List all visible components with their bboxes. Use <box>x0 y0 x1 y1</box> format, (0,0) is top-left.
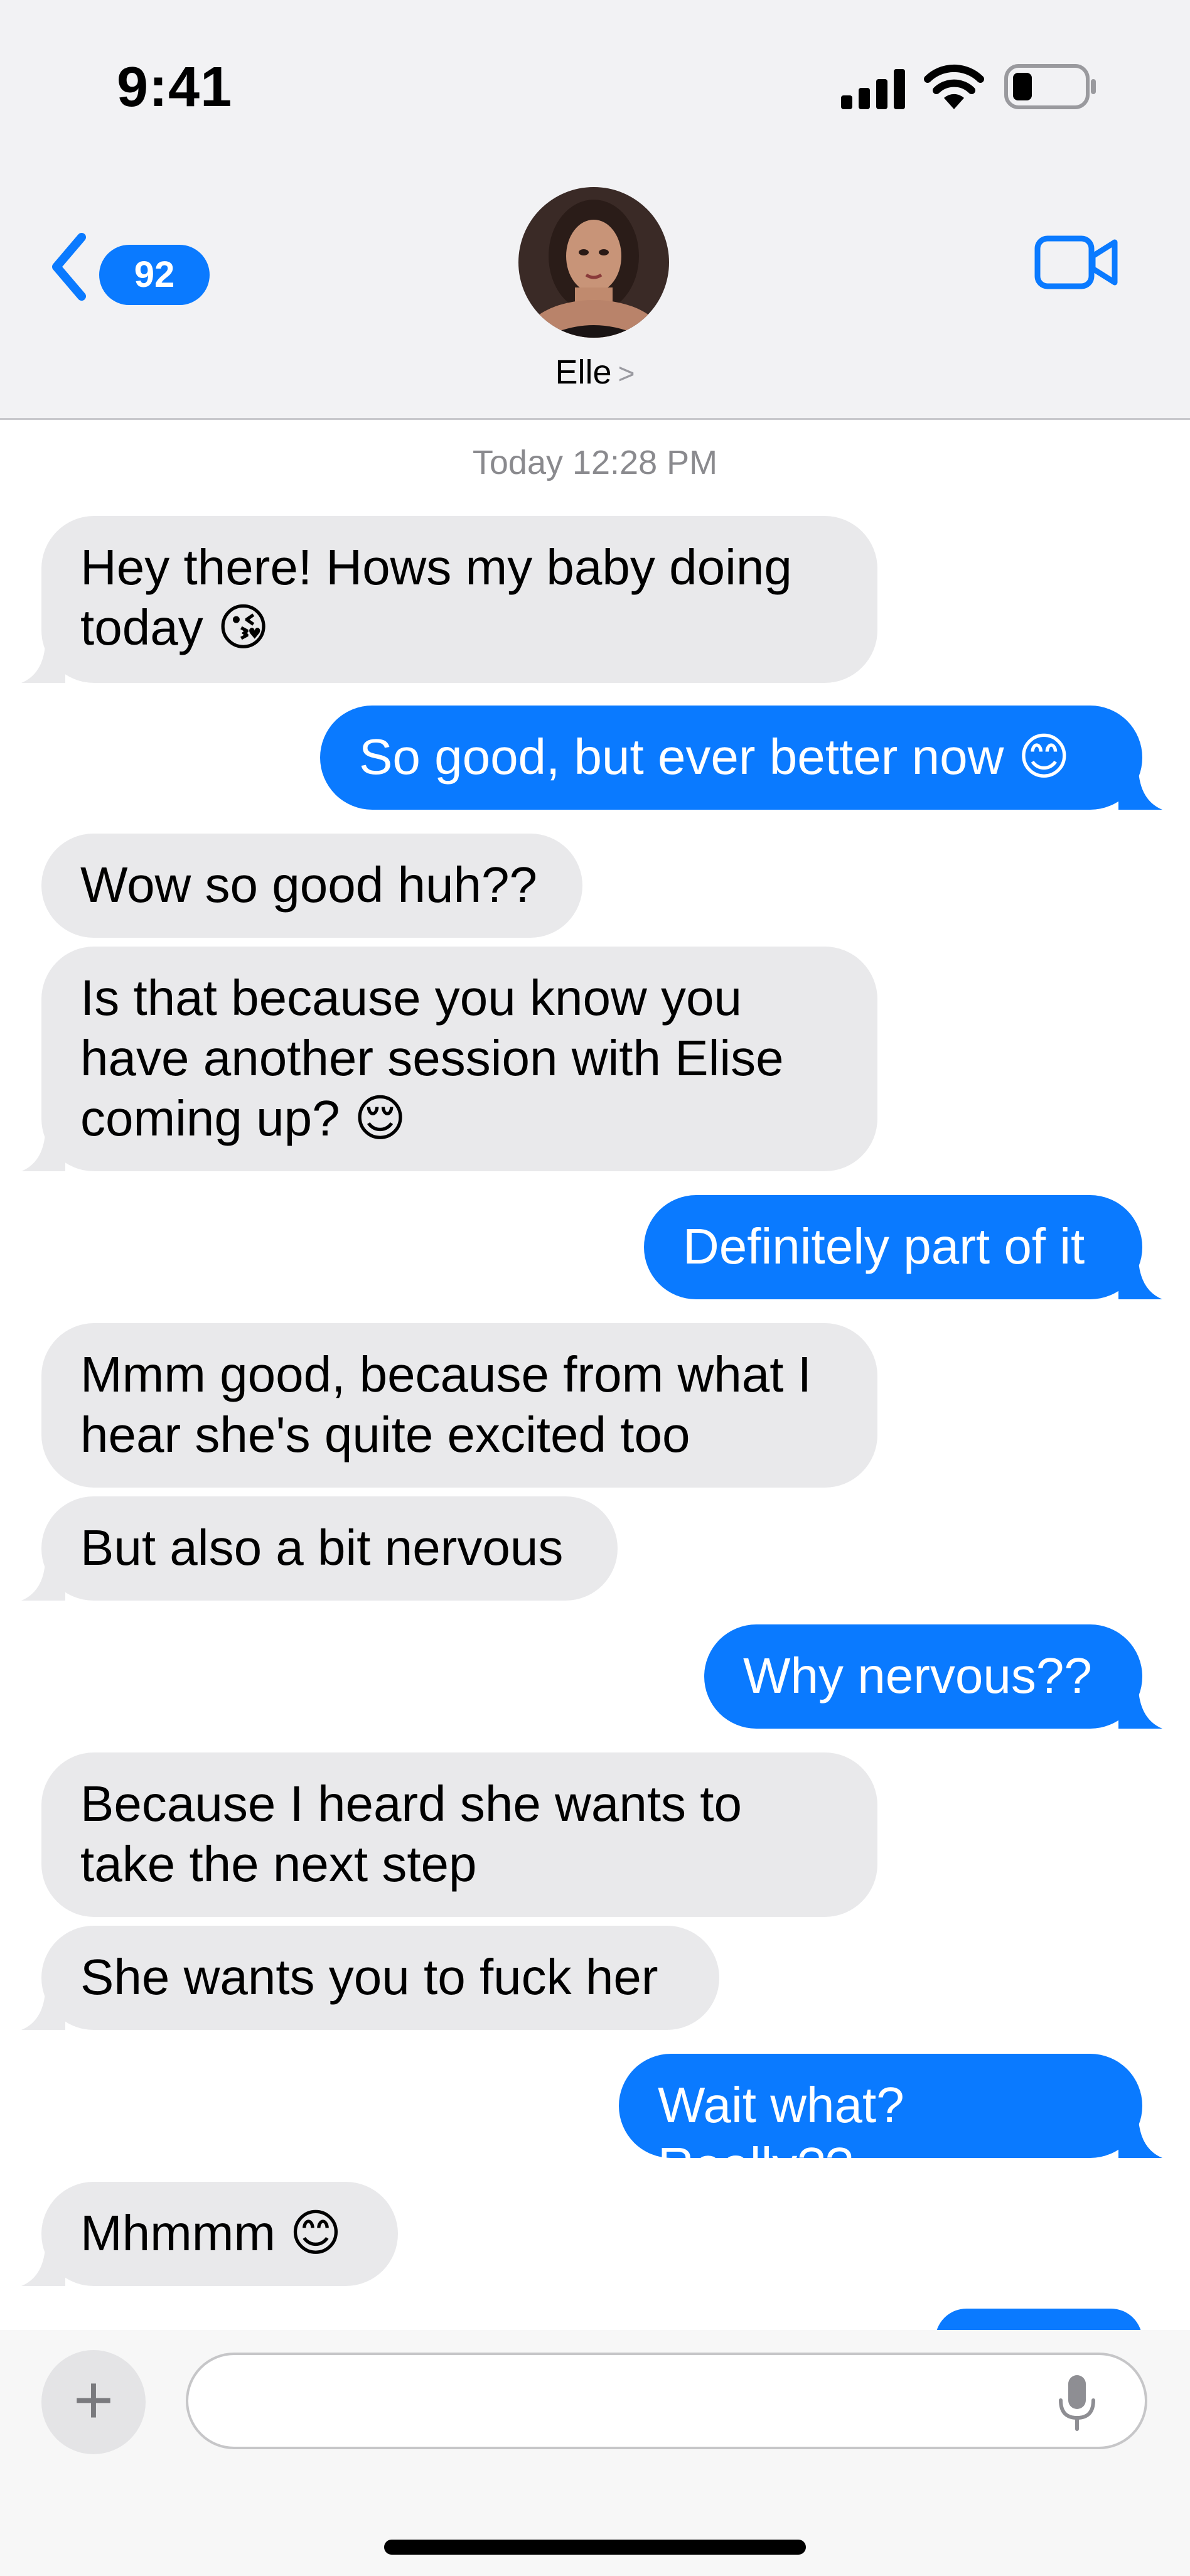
message-input[interactable] <box>188 2355 1068 2448</box>
contact-name-label: Elle <box>555 353 612 391</box>
wifi-icon <box>924 64 984 109</box>
thread-timestamp: Today 12:28 PM <box>472 444 718 481</box>
contact-name[interactable]: Elle > <box>0 353 1190 392</box>
incoming-message-bubble[interactable]: Mhmmm 😊 <box>21 2182 398 2286</box>
message-text: She wants you to fuck her <box>80 1949 658 2005</box>
message-text: Is that because you know you have anothe… <box>80 970 784 1146</box>
outgoing-message-bubble[interactable]: Wait what? Really?? <box>619 2054 1162 2193</box>
status-time: 9:41 <box>117 56 233 119</box>
message-text: Mhmmm 😊 <box>80 2205 342 2261</box>
cellular-signal-icon <box>841 69 905 109</box>
incoming-message-bubble[interactable]: Is that because you know you have anothe… <box>21 947 877 1171</box>
bubble-tail <box>1118 772 1162 810</box>
message-text: So good, but ever better now 😊 <box>359 729 1070 785</box>
message-text: Why nervous?? <box>743 1648 1092 1704</box>
message-text: But also a bit nervous <box>80 1520 564 1575</box>
home-indicator <box>384 2540 806 2555</box>
incoming-message-bubble[interactable]: Because I heard she wants to take the ne… <box>41 1752 877 1917</box>
bubble-tail <box>21 1134 65 1171</box>
incoming-message-bubble[interactable]: Mmm good, because from what I hear she's… <box>41 1323 877 1488</box>
chevron-right-icon: > <box>618 357 635 390</box>
message-text: Wait what? Really?? <box>658 2077 904 2193</box>
unread-count-badge: 92 <box>99 245 210 305</box>
message-text: Hey there! Hows my baby doing today 😘 <box>80 539 792 655</box>
back-chevron-icon <box>52 233 86 301</box>
apps-plus-button[interactable]: + <box>41 2350 146 2454</box>
bubble-tail <box>21 1563 65 1601</box>
outgoing-message-bubble[interactable]: Why nervous?? <box>704 1624 1162 1729</box>
status-bar: 9:41 <box>0 0 1190 163</box>
incoming-message-bubble[interactable]: Wow so good huh?? <box>41 834 582 938</box>
outgoing-message-bubble[interactable]: Definitely part of it <box>644 1195 1162 1299</box>
video-call-icon[interactable] <box>1034 232 1120 292</box>
message-text: Definitely part of it <box>683 1218 1085 1274</box>
incoming-message-bubble[interactable]: She wants you to fuck her <box>21 1926 719 2030</box>
back-button[interactable]: 92 <box>44 226 210 308</box>
microphone-icon[interactable] <box>1057 2373 1097 2433</box>
outgoing-message-bubble[interactable]: So good, but ever better now 😊 <box>320 706 1162 810</box>
battery-icon <box>1004 64 1096 109</box>
bubble-tail <box>21 645 65 683</box>
incoming-message-bubble[interactable]: Hey there! Hows my baby doing today 😘 <box>21 516 877 683</box>
message-text: Because I heard she wants to take the ne… <box>80 1776 742 1892</box>
incoming-message-bubble[interactable]: But also a bit nervous <box>21 1496 618 1601</box>
bubble-tail <box>1118 1262 1162 1299</box>
bubble-tail <box>1118 1691 1162 1729</box>
message-text: Wow so good huh?? <box>80 857 537 913</box>
bubble-tail <box>21 2248 65 2286</box>
message-composer: + <box>0 2330 1190 2576</box>
bubble-tail <box>1118 2120 1162 2158</box>
message-input-field[interactable] <box>186 2353 1147 2449</box>
contact-avatar[interactable] <box>518 187 669 338</box>
conversation-header: 92 Elle > <box>0 163 1190 420</box>
message-text: Mmm good, because from what I hear she's… <box>80 1346 812 1462</box>
bubble-tail <box>21 1992 65 2030</box>
